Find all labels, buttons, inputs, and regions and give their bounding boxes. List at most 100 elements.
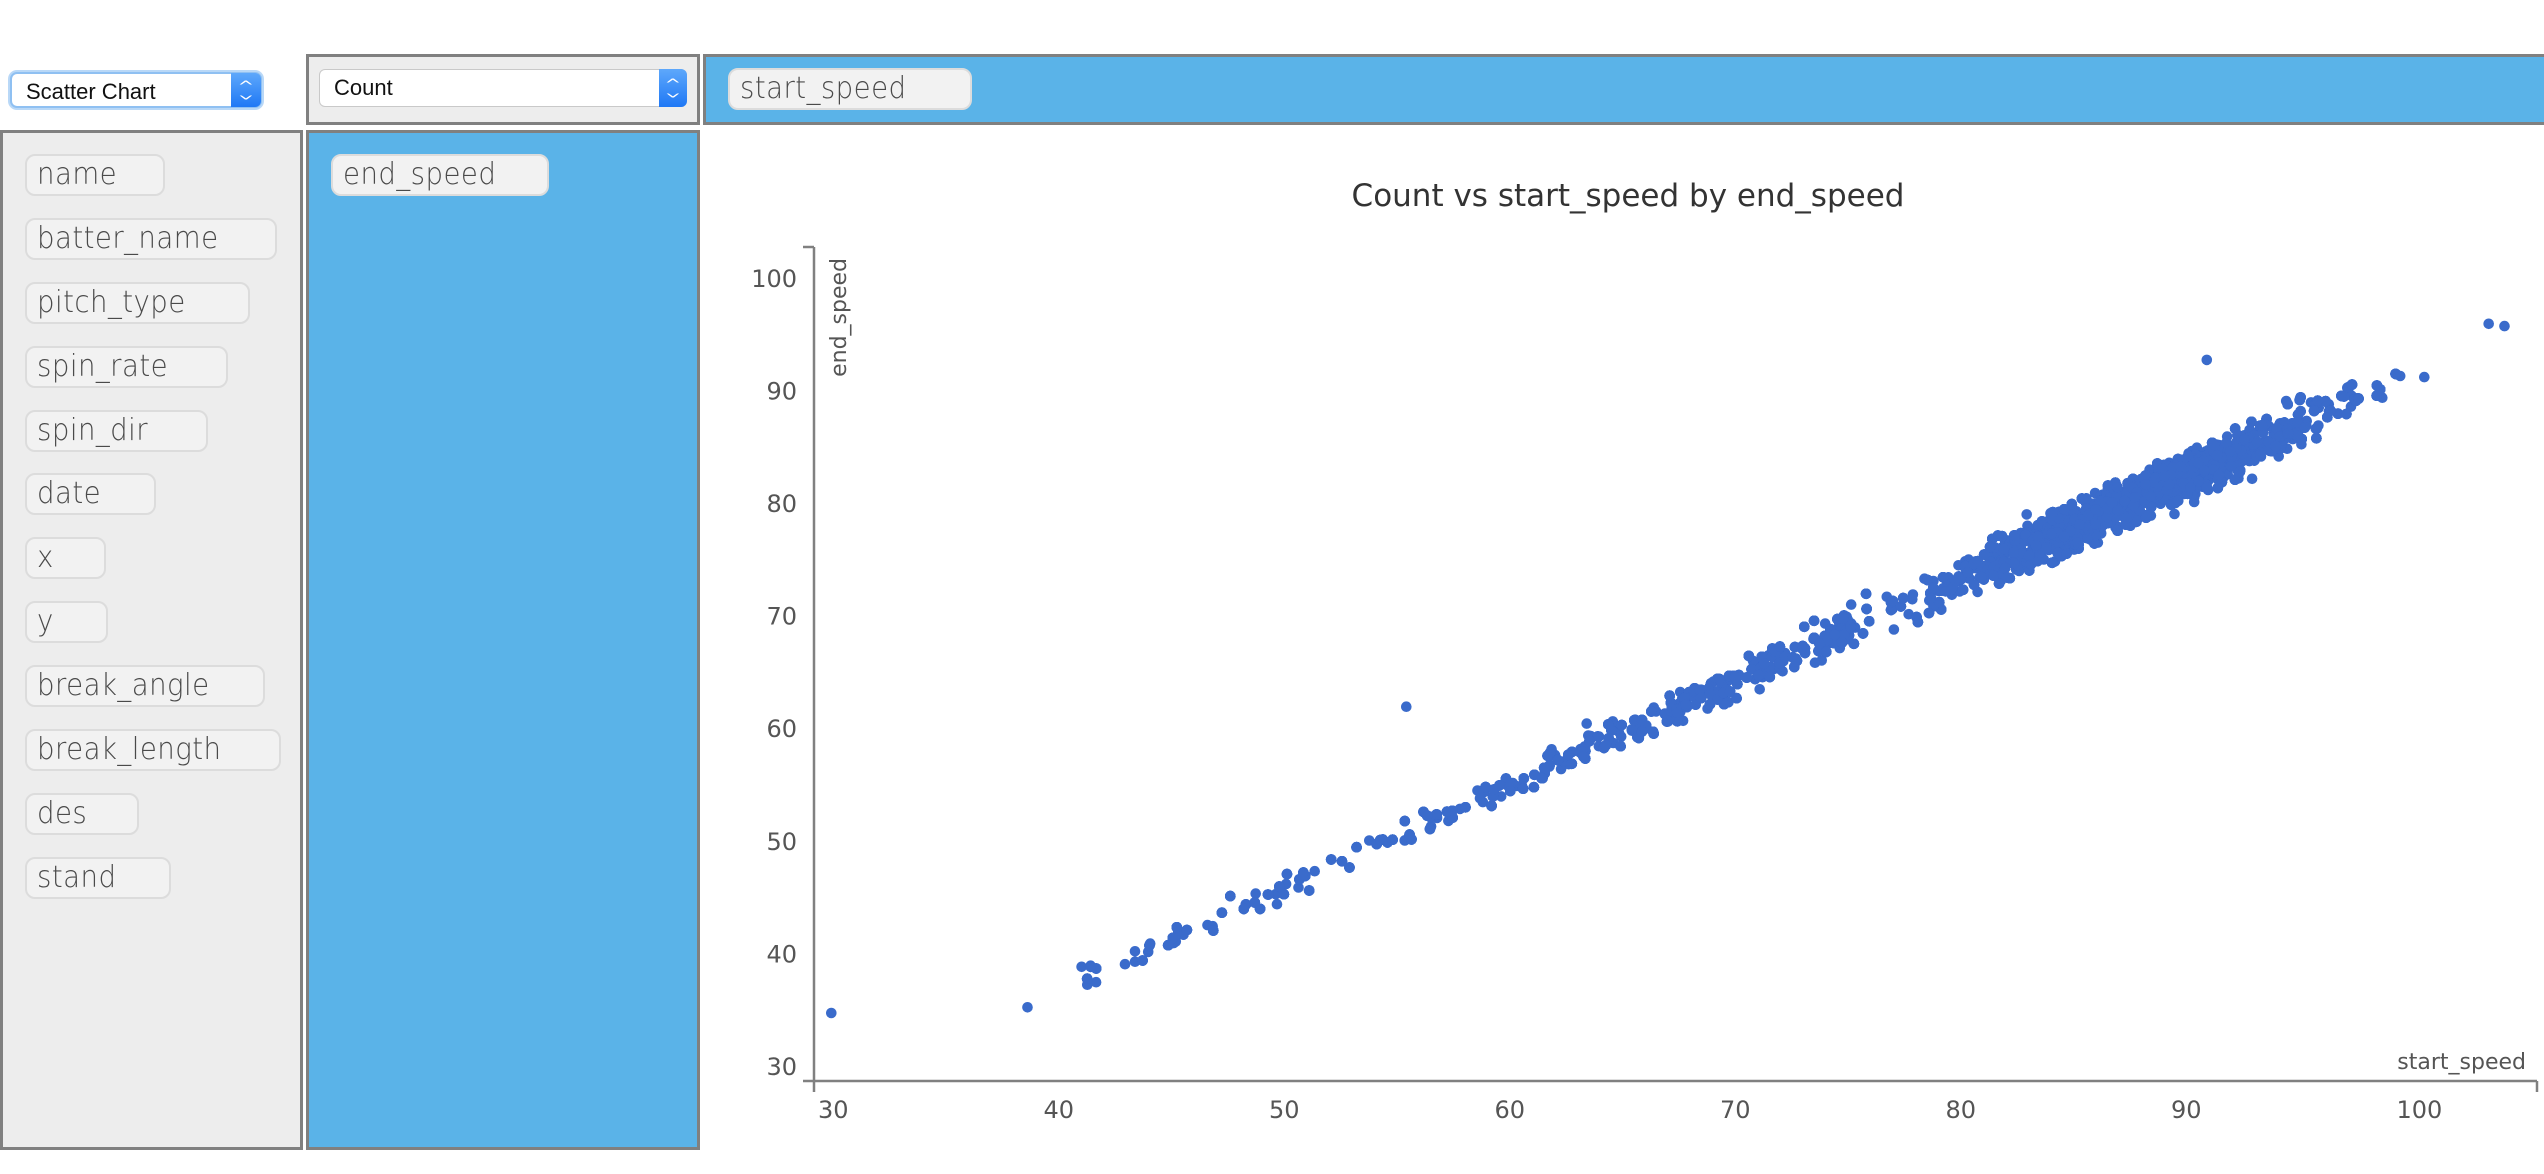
data-point [1754,669,1766,680]
data-point [1763,662,1775,673]
aggregation-select[interactable]: Count ^ ^ [319,69,687,107]
data-point [2196,451,2208,463]
data-point [2057,510,2069,522]
field-pill-batter-name[interactable]: batter_name [25,218,277,260]
data-point [1968,579,1980,591]
data-point [1821,646,1832,658]
data-point [2012,553,2023,564]
data-point [2080,520,2091,531]
data-point [2239,434,2250,445]
x-axis-field-pill[interactable]: start_speed [728,68,972,110]
data-point [1162,939,1174,951]
data-point [2061,504,2072,516]
chart-type-select[interactable]: Scatter Chart ^ ^ [10,72,262,108]
data-point [2037,545,2048,556]
data-point [1447,805,1458,817]
data-point [2140,470,2151,481]
data-point [2157,463,2168,474]
data-point [1972,555,1984,567]
data-point [2116,493,2127,505]
data-point [2013,560,2024,571]
data-point [1836,637,1848,648]
x-axis-drop-zone[interactable]: start_speed [703,54,2544,125]
field-pill-spin-rate[interactable]: spin_rate [25,346,228,388]
data-point [2153,487,2165,498]
data-point [1636,714,1648,726]
data-point [2150,475,2161,487]
data-point [2182,481,2193,493]
data-point [2010,535,2022,546]
field-pill-break-length[interactable]: break_length [25,729,281,771]
data-point [1603,719,1614,730]
field-pill-y[interactable]: y [25,601,108,643]
data-point [2274,418,2286,429]
data-point [2208,439,2220,451]
data-point [2140,512,2152,523]
data-point [1937,572,1949,583]
data-point [1577,746,1588,758]
data-point [1529,769,1540,781]
data-point [2021,509,2032,520]
data-point [2168,468,2180,480]
data-point [2159,487,2171,498]
data-point [2216,452,2228,464]
data-point [2229,474,2241,486]
field-pill-des[interactable]: des [25,793,139,835]
data-point [1837,613,1849,624]
data-point [2084,508,2095,520]
data-point [2116,508,2128,520]
data-point [2079,512,2091,523]
field-pill-spin-dir[interactable]: spin_dir [25,410,208,452]
data-point [1721,684,1732,695]
y-axis-drop-zone[interactable]: end_speed [306,130,700,1150]
data-point [2042,539,2053,551]
field-pill-stand[interactable]: stand [25,857,171,899]
data-point [1829,629,1840,640]
data-point [2121,492,2133,503]
field-pill-pitch-type[interactable]: pitch_type [25,282,250,324]
data-point [2025,559,2037,570]
data-point [2068,515,2080,526]
data-point [2082,510,2094,521]
field-pill-date[interactable]: date [25,473,156,515]
data-point [2196,449,2208,460]
data-point [1616,719,1627,731]
data-point [2111,499,2122,511]
data-point [2187,462,2199,474]
data-point [2071,506,2082,517]
field-pill-x[interactable]: x [25,537,106,579]
data-point [2266,445,2278,457]
field-pill-name[interactable]: name [25,154,165,196]
data-point [1983,551,1994,563]
data-point [2123,502,2135,513]
data-point [2234,465,2246,476]
data-point [1671,704,1682,715]
data-point [2083,525,2094,536]
data-point [1732,678,1743,690]
data-point [2207,443,2219,454]
data-point [2037,524,2049,535]
data-point [2226,451,2237,462]
data-point [1789,641,1801,653]
data-point [1728,670,1739,682]
data-point [2112,482,2123,493]
data-point [1943,572,1954,583]
data-point [1424,811,1436,823]
data-point [2174,475,2186,487]
data-point [2206,437,2218,449]
data-point [2127,473,2139,485]
y-axis-field-pill[interactable]: end_speed [331,154,549,196]
data-point [2130,494,2141,506]
data-point [1404,829,1415,840]
data-point [2015,543,2027,555]
data-point [2012,560,2024,571]
data-point [1240,899,1252,910]
data-point [1262,889,1274,900]
data-point [1626,725,1638,736]
data-point [1955,573,1966,585]
data-point [1690,699,1701,710]
field-pill-break-angle[interactable]: break_angle [25,665,265,707]
data-point [2063,526,2075,537]
data-point [1968,558,1980,570]
data-point [1441,806,1453,817]
